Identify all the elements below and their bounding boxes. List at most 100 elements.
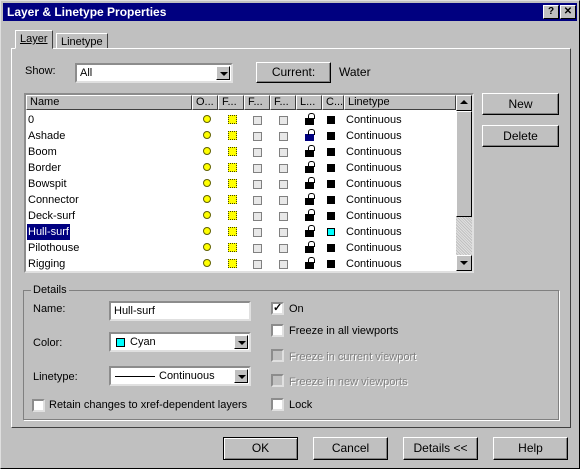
color-swatch-icon[interactable] bbox=[327, 244, 335, 252]
sun-thaw-icon[interactable] bbox=[228, 115, 237, 124]
column-color-header[interactable]: C... bbox=[322, 95, 344, 110]
freeze-new-viewport-icon[interactable] bbox=[279, 260, 288, 269]
freeze-viewport-icon[interactable] bbox=[253, 148, 262, 157]
freeze-viewport-icon[interactable] bbox=[253, 180, 262, 189]
layer-row[interactable]: Hull-surf Continuous bbox=[26, 223, 456, 241]
list-scrollbar[interactable] bbox=[456, 95, 472, 271]
lightbulb-on-icon[interactable] bbox=[203, 163, 211, 171]
column-on-header[interactable]: O... bbox=[192, 95, 218, 110]
lightbulb-on-icon[interactable] bbox=[203, 115, 211, 123]
chevron-down-icon[interactable] bbox=[234, 335, 248, 349]
name-field[interactable]: Hull-surf bbox=[109, 301, 251, 321]
freeze-all-checkbox[interactable] bbox=[271, 324, 284, 337]
ok-button[interactable]: OK bbox=[223, 437, 298, 460]
color-swatch-icon[interactable] bbox=[327, 196, 335, 204]
lock-open-icon[interactable] bbox=[305, 177, 315, 189]
scroll-track[interactable] bbox=[456, 217, 472, 255]
lock-open-icon[interactable] bbox=[305, 113, 315, 125]
column-name-header[interactable]: Name bbox=[26, 95, 192, 110]
delete-layer-button[interactable]: Delete bbox=[482, 125, 559, 147]
layer-row[interactable]: Rigging Continuous bbox=[26, 256, 456, 271]
cancel-button[interactable]: Cancel bbox=[313, 437, 388, 460]
color-swatch-icon[interactable] bbox=[327, 148, 335, 156]
sun-thaw-icon[interactable] bbox=[228, 147, 237, 156]
scroll-down-button[interactable] bbox=[456, 255, 472, 271]
freeze-viewport-icon[interactable] bbox=[253, 228, 262, 237]
lock-open-icon[interactable] bbox=[305, 241, 315, 253]
lightbulb-on-icon[interactable] bbox=[203, 259, 211, 267]
layer-row[interactable]: Pilothouse Continuous bbox=[26, 240, 456, 256]
freeze-new-viewport-icon[interactable] bbox=[279, 164, 288, 173]
color-swatch-icon[interactable] bbox=[327, 228, 335, 236]
layer-row[interactable]: 0 Continuous bbox=[26, 112, 456, 128]
lightbulb-on-icon[interactable] bbox=[203, 131, 211, 139]
layer-row[interactable]: Boom Continuous bbox=[26, 144, 456, 160]
help-button[interactable]: Help bbox=[493, 437, 568, 460]
color-swatch-icon[interactable] bbox=[327, 180, 335, 188]
lock-open-icon[interactable] bbox=[305, 193, 315, 205]
freeze-new-viewport-icon[interactable] bbox=[279, 244, 288, 253]
tab-layer[interactable]: Layer bbox=[15, 30, 53, 49]
freeze-new-viewport-icon[interactable] bbox=[279, 212, 288, 221]
sun-thaw-icon[interactable] bbox=[228, 211, 237, 220]
lightbulb-on-icon[interactable] bbox=[203, 147, 211, 155]
freeze-new-viewport-icon[interactable] bbox=[279, 116, 288, 125]
column-freeze-new-header[interactable]: F... bbox=[270, 95, 296, 110]
current-button[interactable]: Current: bbox=[256, 62, 331, 83]
details-toggle-button[interactable]: Details << bbox=[403, 437, 478, 460]
layer-row[interactable]: Bowspit Continuous bbox=[26, 176, 456, 192]
column-freeze-all-header[interactable]: F... bbox=[218, 95, 244, 110]
freeze-viewport-icon[interactable] bbox=[253, 132, 262, 141]
sun-thaw-icon[interactable] bbox=[228, 179, 237, 188]
lightbulb-on-icon[interactable] bbox=[203, 195, 211, 203]
color-swatch-icon[interactable] bbox=[327, 116, 335, 124]
lightbulb-on-icon[interactable] bbox=[203, 179, 211, 187]
scroll-thumb[interactable] bbox=[456, 111, 472, 217]
tab-linetype[interactable]: Linetype bbox=[56, 33, 108, 49]
lightbulb-on-icon[interactable] bbox=[203, 243, 211, 251]
freeze-viewport-icon[interactable] bbox=[253, 164, 262, 173]
freeze-new-viewport-icon[interactable] bbox=[279, 228, 288, 237]
show-filter-select[interactable]: All bbox=[75, 63, 233, 83]
chevron-down-icon[interactable] bbox=[234, 369, 248, 383]
freeze-viewport-icon[interactable] bbox=[253, 244, 262, 253]
freeze-viewport-icon[interactable] bbox=[253, 116, 262, 125]
linetype-select[interactable]: Continuous bbox=[109, 366, 251, 386]
lightbulb-on-icon[interactable] bbox=[203, 227, 211, 235]
close-button[interactable]: ✕ bbox=[560, 5, 576, 19]
layer-row[interactable]: Border Continuous bbox=[26, 160, 456, 176]
layer-row[interactable]: Ashade Continuous bbox=[26, 128, 456, 144]
lock-open-icon[interactable] bbox=[305, 145, 315, 157]
layer-list[interactable]: Name O... F... F... F... L... C... Linetype 0 Co… bbox=[24, 93, 474, 273]
sun-thaw-icon[interactable] bbox=[228, 131, 237, 140]
help-title-button[interactable]: ? bbox=[543, 5, 559, 19]
freeze-viewport-icon[interactable] bbox=[253, 196, 262, 205]
lock-checkbox[interactable] bbox=[271, 398, 284, 411]
sun-thaw-icon[interactable] bbox=[228, 195, 237, 204]
sun-thaw-icon[interactable] bbox=[228, 227, 237, 236]
column-lock-header[interactable]: L... bbox=[296, 95, 322, 110]
scroll-up-button[interactable] bbox=[456, 95, 472, 111]
color-swatch-icon[interactable] bbox=[327, 212, 335, 220]
lock-closed-icon[interactable] bbox=[305, 129, 315, 141]
lock-open-icon[interactable] bbox=[305, 161, 315, 173]
color-select[interactable]: Cyan bbox=[109, 332, 251, 352]
lock-open-icon[interactable] bbox=[305, 209, 315, 221]
lock-open-icon[interactable] bbox=[305, 257, 315, 269]
retain-checkbox[interactable] bbox=[32, 399, 45, 412]
new-layer-button[interactable]: New bbox=[482, 93, 559, 115]
sun-thaw-icon[interactable] bbox=[228, 243, 237, 252]
chevron-down-icon[interactable] bbox=[216, 66, 230, 80]
sun-thaw-icon[interactable] bbox=[228, 259, 237, 268]
sun-thaw-icon[interactable] bbox=[228, 163, 237, 172]
color-swatch-icon[interactable] bbox=[327, 164, 335, 172]
freeze-new-viewport-icon[interactable] bbox=[279, 132, 288, 141]
freeze-viewport-icon[interactable] bbox=[253, 260, 262, 269]
on-checkbox[interactable]: ✓ bbox=[271, 302, 284, 315]
column-freeze-current-header[interactable]: F... bbox=[244, 95, 270, 110]
lightbulb-on-icon[interactable] bbox=[203, 211, 211, 219]
column-linetype-header[interactable]: Linetype bbox=[344, 95, 456, 110]
lock-open-icon[interactable] bbox=[305, 225, 315, 237]
color-swatch-icon[interactable] bbox=[327, 132, 335, 140]
freeze-viewport-icon[interactable] bbox=[253, 212, 262, 221]
